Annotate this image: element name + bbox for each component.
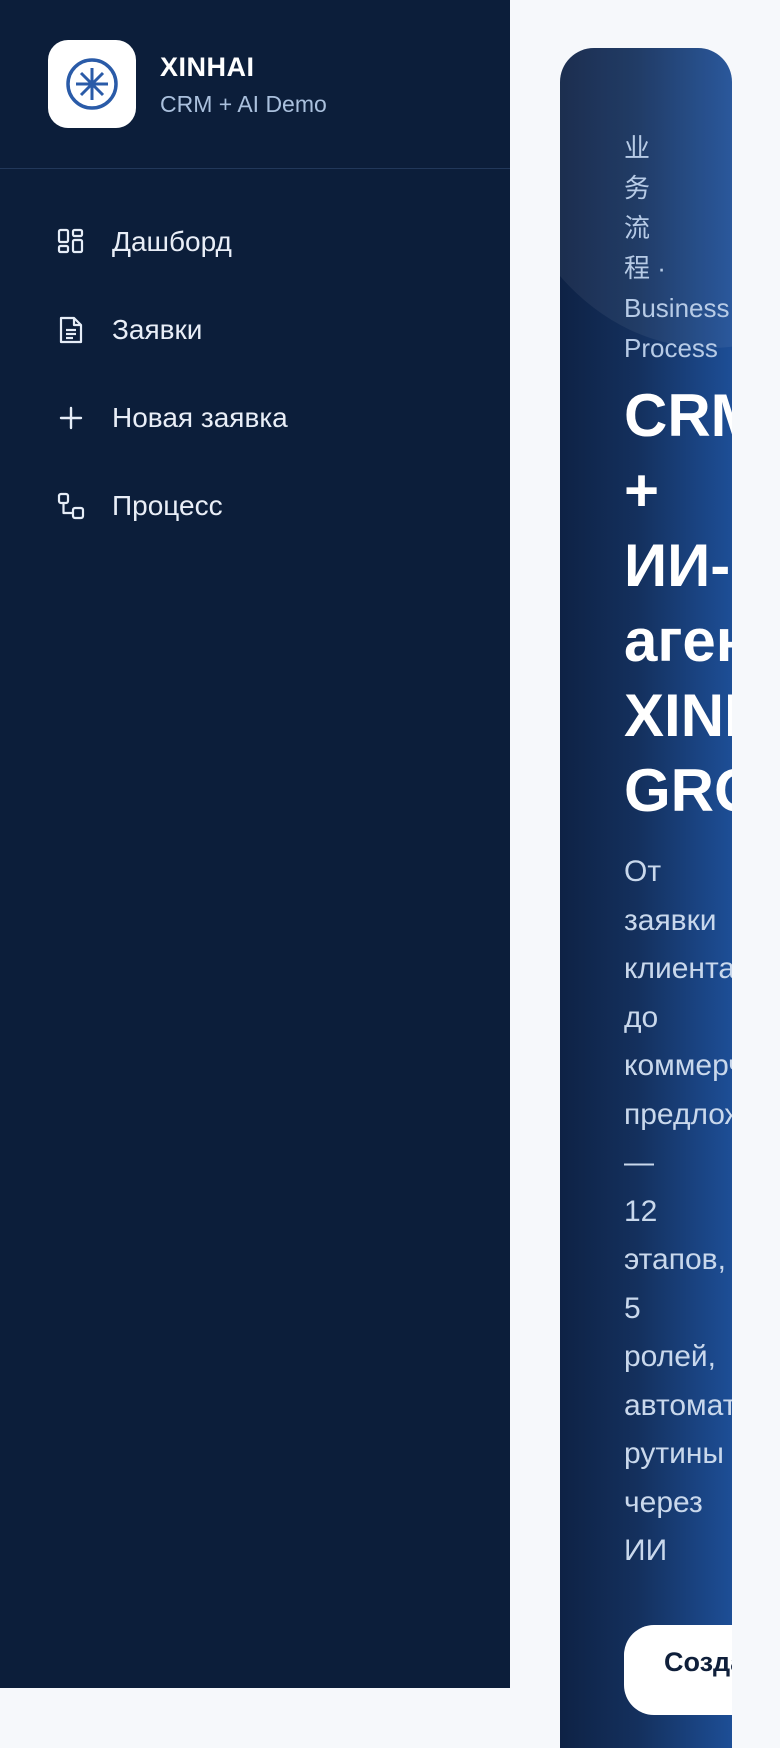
eyebrow-cn-char: 业 (624, 133, 651, 163)
hero-title-line: + (624, 457, 660, 524)
eyebrow-cn-char: 流 (624, 213, 651, 243)
hero-desc-line: От (624, 855, 662, 888)
sidebar-item-label: Заявки (112, 314, 203, 345)
eyebrow-cn-char: 程 · (624, 253, 666, 283)
dashboard-grid-icon (56, 227, 86, 257)
hero-desc-line: — (624, 1146, 654, 1179)
brand-header: XINHAI CRM + AI Demo (0, 0, 510, 169)
hero-desc-line: рутины (624, 1437, 724, 1470)
sidebar-item-label: Новая заявка (112, 402, 288, 433)
asterisk-circle-icon (66, 58, 118, 110)
sidebar-nav: Дашборд Заявки Новая заявка Процесс (0, 198, 510, 550)
hero-title-line: GROUP (624, 757, 732, 824)
hero-desc-line: этапов, (624, 1243, 726, 1276)
eyebrow-latin: Process (624, 333, 718, 363)
hero-desc-line: предложения (624, 1097, 732, 1131)
sidebar-item-requests[interactable]: Заявки (0, 286, 510, 374)
hero-desc-line: коммерческого (624, 1049, 732, 1082)
hero-title-line: CRM (624, 382, 732, 449)
hero-desc-line: через (624, 1485, 703, 1519)
workflow-icon (56, 491, 86, 521)
brand-subtitle: CRM + AI Demo (160, 91, 327, 117)
sidebar-item-label: Процесс (112, 490, 223, 521)
main-content: 业 务 流 程 · Business Process CRM + ИИ- аге… (510, 0, 780, 1748)
sidebar-item-label: Дашборд (112, 226, 232, 257)
hero-description: От заявки клиента до коммерческого предл… (624, 848, 732, 1576)
hero-desc-line: 12 (624, 1194, 658, 1228)
brand-logo[interactable] (48, 40, 136, 128)
sidebar: XINHAI CRM + AI Demo Дашборд Заявки Нова… (0, 0, 510, 1688)
hero-eyebrow: 业 务 流 程 · Business Process (624, 128, 732, 368)
hero-desc-line: ролей, (624, 1340, 716, 1373)
eyebrow-latin: Business (624, 293, 730, 323)
hero-desc-line: автоматизация (624, 1388, 732, 1422)
hero-title: CRM + ИИ- агент XINHAI GROUP (624, 378, 732, 828)
hero-card: 业 务 流 程 · Business Process CRM + ИИ- аге… (560, 48, 732, 1748)
hero-desc-line: 5 (624, 1291, 641, 1325)
brand-title: XINHAI (160, 52, 255, 82)
hero-title-line: XINHAI (624, 682, 732, 749)
hero-desc-line: клиента (624, 952, 732, 985)
hero-desc-line: заявки (624, 903, 717, 937)
sidebar-item-new-request[interactable]: Новая заявка (0, 374, 510, 462)
hero-title-line: ИИ- (624, 532, 731, 599)
sidebar-item-dashboard[interactable]: Дашборд (0, 198, 510, 286)
document-icon (56, 315, 86, 345)
hero-desc-line: ИИ (624, 1534, 668, 1567)
eyebrow-cn-char: 务 (624, 173, 651, 203)
hero-content: 业 务 流 程 · Business Process CRM + ИИ- аге… (624, 128, 732, 1606)
create-request-button[interactable]: Создать заявку (624, 1625, 732, 1715)
plus-icon (56, 403, 86, 433)
hero-desc-line: до (624, 1000, 659, 1034)
sidebar-item-process[interactable]: Процесс (0, 462, 510, 550)
hero-title-line: агент (624, 607, 732, 674)
